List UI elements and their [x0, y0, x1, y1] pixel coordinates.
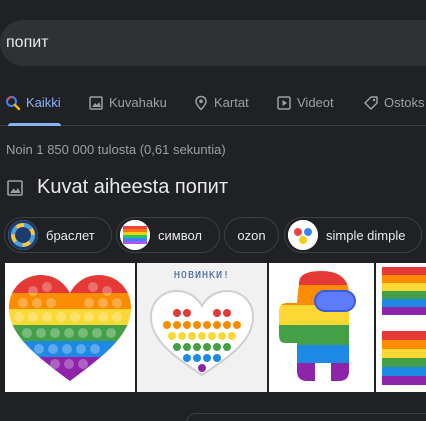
chip-ozon[interactable]: ozon: [224, 217, 279, 253]
more-images-button[interactable]: [186, 413, 426, 421]
tab-maps[interactable]: Kartat: [193, 86, 249, 126]
chip-thumbnail: [8, 220, 38, 250]
tab-all[interactable]: Kaikki: [4, 86, 61, 126]
tab-shopping[interactable]: Ostoks: [363, 86, 424, 126]
search-tabs: Kaikki Kuvahaku Kartat Videot Ostoks: [0, 86, 426, 126]
tab-all-label: Kaikki: [26, 95, 61, 110]
tab-maps-label: Kartat: [214, 95, 249, 110]
image-result-heart[interactable]: [5, 263, 135, 392]
image-result-crewmate[interactable]: [269, 263, 374, 392]
image-caption: НОВИНКИ!: [173, 270, 231, 281]
tab-images-label: Kuvahaku: [109, 95, 167, 110]
rainbow-square-popit-image: [380, 267, 426, 387]
image-result-novinki[interactable]: НОВИНКИ!: [137, 263, 267, 392]
tab-videos-label: Videot: [297, 95, 334, 110]
chip-label: символ: [158, 227, 202, 243]
tab-videos[interactable]: Videot: [276, 86, 334, 126]
chip-symbol[interactable]: символ: [116, 217, 220, 253]
chip-bracelet[interactable]: браслет: [4, 217, 112, 253]
map-pin-icon: [195, 95, 207, 111]
search-box[interactable]: попит: [0, 20, 426, 66]
heart-popit-novinki-image: [149, 289, 255, 377]
image-icon: [89, 96, 103, 110]
rainbow-crewmate-popit-image: [279, 271, 356, 381]
search-icon: [6, 96, 21, 111]
rainbow-heart-popit-image: [9, 275, 131, 381]
refinement-chips: браслет символ ozon simple dimple: [0, 217, 426, 253]
images-section-title[interactable]: Kuvat aiheesta попит: [37, 176, 228, 199]
chip-simple-dimple[interactable]: simple dimple: [284, 217, 422, 253]
tab-shopping-label: Ostoks: [384, 95, 425, 110]
tab-images[interactable]: Kuvahaku: [88, 86, 167, 126]
result-stats: Noin 1 850 000 tulosta (0,61 sekuntia): [6, 142, 226, 157]
chip-thumbnail: [120, 220, 150, 250]
image-result-square[interactable]: [376, 263, 426, 392]
chip-label: ozon: [237, 227, 266, 243]
images-section-header: Kuvat aiheesta попит: [6, 176, 228, 199]
search-query-text[interactable]: попит: [6, 34, 49, 52]
tag-icon: [364, 96, 378, 110]
video-icon: [277, 96, 291, 110]
chip-label: браслет: [46, 227, 95, 243]
image-icon: [7, 179, 23, 196]
chip-label: simple dimple: [326, 227, 406, 243]
chip-thumbnail: [288, 220, 318, 250]
